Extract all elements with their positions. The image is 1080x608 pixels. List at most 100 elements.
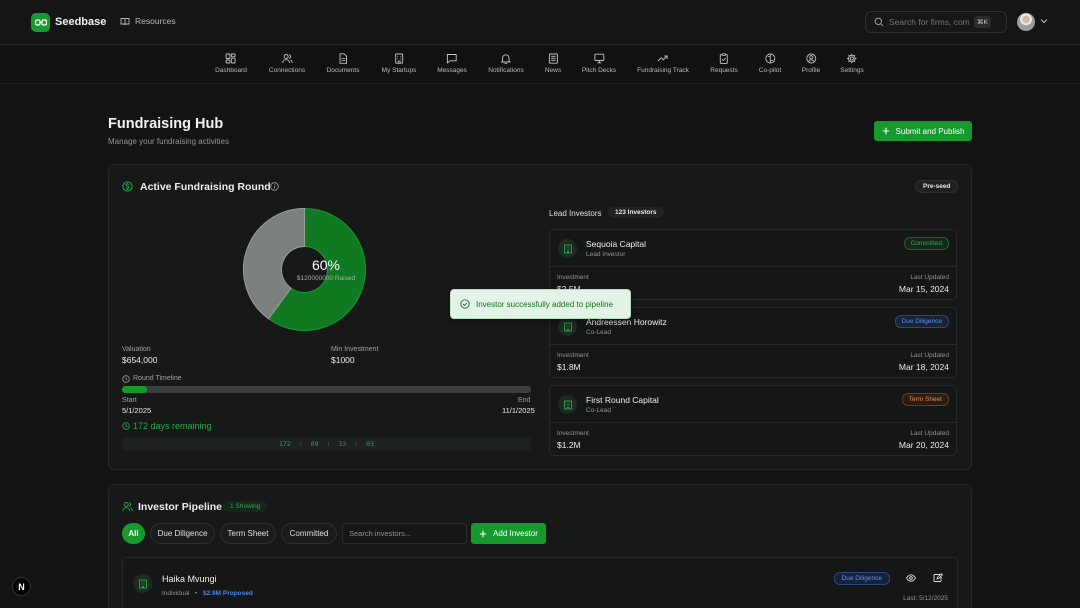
timeline-progress-fill <box>122 386 147 393</box>
filter-committed[interactable]: Committed <box>281 523 337 544</box>
dashboard-icon <box>226 53 236 64</box>
nav-label: Notifications <box>488 67 524 74</box>
status-badge: Committed <box>903 237 949 250</box>
nav-settings[interactable]: Settings <box>840 53 864 74</box>
message-icon <box>447 54 457 64</box>
building-icon <box>558 395 577 414</box>
valuation-label: Valuation <box>122 346 151 353</box>
nav-my-startups[interactable]: My Startups <box>382 53 416 74</box>
nav-co-pilot[interactable]: Co-pilot <box>759 53 781 74</box>
countdown-hours: 09 <box>310 440 319 448</box>
nav-documents[interactable]: Documents <box>326 53 360 74</box>
nav-profile[interactable]: Profile <box>802 53 820 74</box>
clock-icon <box>122 375 130 383</box>
investment-value: $1.2M <box>557 440 581 450</box>
start-date: 5/1/2025 <box>122 406 152 415</box>
search-icon <box>874 17 884 27</box>
plus-icon <box>882 127 889 135</box>
investment-value: $1.8M <box>557 362 581 372</box>
book-icon <box>120 17 130 25</box>
newspaper-icon <box>548 53 558 64</box>
status-badge: Due Diligence <box>894 315 949 328</box>
last-updated-value: Mar 20, 2024 <box>898 440 949 450</box>
end-label: End <box>518 397 531 404</box>
nav-label: Connections <box>268 67 306 74</box>
logo-icon[interactable] <box>31 13 50 32</box>
countdown-sep: : <box>326 440 331 448</box>
nav-news[interactable]: News <box>545 53 561 74</box>
last-updated-value: Mar 18, 2024 <box>898 362 949 372</box>
divider <box>550 344 956 345</box>
lead-investor-card[interactable]: First Round Capital Co-Lead Term Sheet I… <box>549 385 957 456</box>
filter-all[interactable]: All <box>122 523 145 544</box>
add-investor-button[interactable]: Add Investor <box>471 523 546 544</box>
divider <box>550 422 956 423</box>
investor-search-input[interactable] <box>342 523 467 544</box>
countdown-days: 172 <box>279 440 291 448</box>
investor-role: Co-Lead <box>586 329 611 336</box>
investment-label: Investment <box>557 274 589 281</box>
start-label: Start <box>122 397 137 404</box>
min-investment-label: Min Investment <box>331 346 379 353</box>
countdown-minutes: 33 <box>338 440 347 448</box>
pipeline-row[interactable]: Haika Mvungi Individual • $2.9M Proposed… <box>122 557 958 608</box>
search-shortcut: ⌘K <box>974 16 991 28</box>
investment-label: Investment <box>557 352 589 359</box>
resources-link[interactable]: Resources <box>120 16 176 26</box>
nav-connections[interactable]: Connections <box>269 53 305 74</box>
dollar-circle-icon <box>122 181 133 192</box>
edit-icon[interactable] <box>933 573 943 583</box>
chevron-down-icon[interactable] <box>1040 18 1048 24</box>
timeline-label: Round Timeline <box>133 375 182 382</box>
page-title: Fundraising Hub <box>108 116 224 132</box>
nav-label: Settings <box>840 67 864 74</box>
donut-raised-label: $120000000 Raised <box>296 275 356 282</box>
avatar[interactable] <box>1017 13 1035 31</box>
status-badge: Term Sheet <box>901 393 949 406</box>
search-input[interactable] <box>889 17 969 27</box>
investor-count-badge: 123 Investors <box>608 207 664 218</box>
brand-name[interactable]: Seedbase <box>55 16 106 28</box>
user-circle-icon <box>806 53 816 64</box>
nav-pitch-decks[interactable]: Pitch Decks <box>582 53 616 74</box>
nav-notifications[interactable]: Notifications <box>488 53 524 74</box>
presentation-icon <box>594 53 604 64</box>
success-toast[interactable]: Investor successfully added to pipeline <box>450 289 631 319</box>
countdown-sep: : <box>354 440 359 448</box>
nav-label: Messages <box>437 67 467 74</box>
submit-publish-button[interactable]: Submit and Publish <box>874 121 972 141</box>
investor-name: Sequoia Capital <box>586 239 647 249</box>
submit-publish-label: Submit and Publish <box>895 126 965 136</box>
plus-icon <box>479 530 487 537</box>
nav-label: Documents <box>326 67 360 74</box>
nav-requests[interactable]: Requests <box>710 53 738 74</box>
document-icon <box>339 53 347 64</box>
nav-label: Co-pilot <box>758 67 782 74</box>
pipeline-title: Investor Pipeline <box>138 501 223 513</box>
building-icon <box>133 574 152 593</box>
investor-role: Co-Lead <box>586 407 611 414</box>
building-icon <box>558 239 577 258</box>
info-icon[interactable] <box>270 182 279 191</box>
dev-tools-badge[interactable]: N <box>12 577 31 596</box>
last-updated-label: Last Updated <box>910 352 949 359</box>
main-nav: Dashboard Connections Documents My Start… <box>0 46 1080 84</box>
pipeline-last-date: Last: 5/12/2025 <box>903 595 948 602</box>
gear-icon <box>847 53 857 64</box>
global-search[interactable]: ⌘K <box>865 11 1007 33</box>
check-circle-icon <box>460 299 470 309</box>
lead-investors-title: Lead Investors <box>549 209 602 218</box>
countdown-timer: 172 : 09 : 33 : 03 <box>122 437 531 451</box>
filter-term-sheet[interactable]: Term Sheet <box>220 523 276 544</box>
users-icon <box>122 502 133 512</box>
filter-due-diligence[interactable]: Due Diligence <box>150 523 215 544</box>
nav-fundraising-track[interactable]: Fundraising Track <box>637 53 689 74</box>
nav-messages[interactable]: Messages <box>437 53 467 74</box>
eye-icon[interactable] <box>906 574 916 582</box>
nav-label: Dashboard <box>215 67 247 74</box>
days-remaining: 172 days remaining <box>133 421 212 431</box>
timeline-progress-bar <box>122 386 531 393</box>
top-bar: Seedbase Resources ⌘K <box>0 0 1080 45</box>
nav-dashboard[interactable]: Dashboard <box>215 53 247 74</box>
stage-badge: Pre-seed <box>915 180 959 193</box>
